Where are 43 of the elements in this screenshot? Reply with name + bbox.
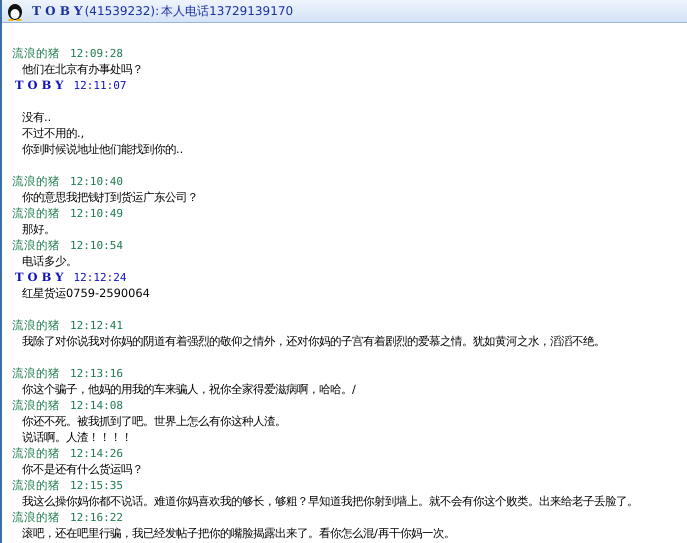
sender-name: 流浪的猪 [12,398,60,412]
message-text: 电话多少。 [21,253,78,269]
message-time: 12:11:07 [74,78,126,92]
message-time: 12:10:54 [70,238,123,252]
message-time: 12:15:35 [70,478,123,492]
sender-name: 流浪的猪 [12,510,60,524]
sender-name: 流浪的猪 [12,478,60,492]
message-text: 你不是还有什么货运吗？ [21,461,144,477]
contact-note: 本人电话13729139170 [161,2,294,20]
message-text: 不过不用的., [21,125,86,141]
sender-name: T O B Y [15,78,64,92]
message-text: 我除了对你说我对你妈的阴道有着强烈的敬仰之情外，还对你妈的子宫有着剧烈的爱慕之情。犹如黄河之水，滔滔不绝。 [21,333,606,349]
message-text: 他们在北京有办事处吗？ [21,61,144,77]
sender-name: 流浪的猪 [12,318,60,332]
message-text: 那好。 [21,221,56,237]
message-text: 没有.. [21,109,52,125]
contact-number: (41539232): [84,4,160,18]
message-time: 12:14:08 [70,398,123,412]
penguin-icon [6,1,24,21]
message-time: 12:10:40 [70,174,123,188]
sender-name: 流浪的猪 [12,174,60,188]
message-text: 滚吧，还在吧里行骗，我已经发帖子把你的嘴脸揭露出来了。看你怎么混/再干你妈一次。 [21,525,456,541]
contact-name: T O B Y [32,4,83,18]
message-text: 我这么操你妈你都不说话。难道你妈喜欢我的够长，够粗？早知道我把你射到墙上。就不会有你这个败类。出来给老子丢脸了。 [21,493,639,509]
message-time: 12:12:41 [70,318,123,332]
message-text: 你到时候说地址他们能找到你的.. [21,141,184,157]
sender-name: 流浪的猪 [12,206,60,220]
message-time: 12:09:28 [70,46,123,60]
message-text: 红星货运0759-2590064 [21,285,151,301]
message-time: 12:12:24 [74,270,126,284]
sender-name: 流浪的猪 [12,238,60,252]
sender-name: 流浪的猪 [12,46,60,60]
message-time: 12:16:22 [70,510,123,524]
message-time: 12:13:16 [70,366,123,380]
sender-name: 流浪的猪 [12,446,60,460]
message-text: 你还不死。被我抓到了吧。世界上怎么有你这种人渣。 [21,413,287,429]
sender-name: T O B Y [15,270,64,284]
message-time: 12:10:49 [70,206,123,220]
sender-name: 流浪的猪 [12,366,60,380]
message-time: 12:14:26 [70,446,123,460]
message-text: 你的意思我把钱打到货运广东公司？ [21,189,199,205]
message-text: 说话啊。人渣！！！！ [21,429,133,445]
message-text: 你这个骗子，他妈的用我的车来骗人，祝你全家得爱滋病啊，哈哈。/ [21,381,357,397]
